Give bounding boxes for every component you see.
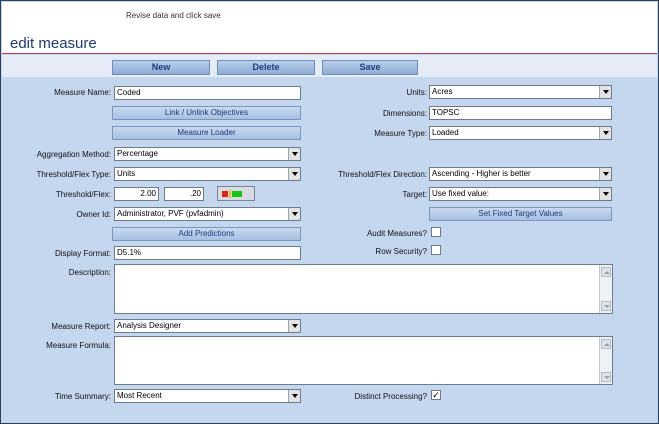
measure-name-input[interactable]: Coded: [114, 86, 301, 100]
measure-report-value: Analysis Designer: [117, 321, 182, 330]
measure-loader-button[interactable]: Measure Loader: [112, 126, 301, 140]
chevron-down-icon[interactable]: [599, 188, 611, 200]
row-security-checkbox[interactable]: [431, 245, 441, 255]
description-label: Description:: [68, 268, 111, 277]
scroll-up-icon[interactable]: [601, 339, 611, 349]
page-header: Revise data and click save edit measure: [2, 2, 657, 54]
formula-scrollbar[interactable]: [599, 337, 612, 384]
units-label: Units:: [406, 88, 427, 97]
threshold-flex-type-value: Units: [117, 169, 136, 178]
page-title: edit measure: [10, 35, 97, 52]
green-indicator-icon: [232, 191, 242, 197]
new-button[interactable]: New: [112, 60, 210, 75]
threshold-input[interactable]: 2.00: [114, 187, 159, 201]
checkmark-icon: ✓: [432, 390, 440, 400]
threshold-flex-type-label: Threshold/Flex Type:: [36, 170, 111, 179]
measure-type-value: Loaded: [432, 128, 459, 137]
dimensions-label: Dimensions:: [382, 109, 427, 118]
distinct-processing-label: Distinct Processing?: [354, 392, 427, 401]
units-select[interactable]: Acres: [429, 85, 612, 99]
scroll-down-icon[interactable]: [601, 372, 611, 382]
measure-formula-textarea[interactable]: [114, 336, 613, 385]
threshold-flex-direction-value: Ascending - Higher is better: [432, 169, 531, 178]
aggregation-method-label: Aggregation Method:: [36, 150, 111, 159]
delete-button[interactable]: Delete: [217, 60, 315, 75]
aggregation-method-value: Percentage: [117, 149, 158, 158]
chevron-down-icon[interactable]: [288, 390, 300, 402]
audit-measures-checkbox[interactable]: [431, 227, 441, 237]
chevron-down-icon[interactable]: [599, 168, 611, 180]
set-fixed-target-values-button[interactable]: Set Fixed Target Values: [429, 207, 612, 221]
chevron-down-icon[interactable]: [599, 86, 611, 98]
distinct-processing-checkbox[interactable]: ✓: [431, 390, 441, 400]
owner-id-value: Administrator, PVF (pvfadmin): [117, 209, 224, 218]
measure-report-label: Measure Report:: [51, 322, 111, 331]
time-summary-value: Most Recent: [117, 391, 162, 400]
owner-id-select[interactable]: Administrator, PVF (pvfadmin): [114, 207, 301, 221]
measure-type-select[interactable]: Loaded: [429, 126, 612, 140]
chevron-down-icon[interactable]: [288, 320, 300, 332]
units-value: Acres: [432, 87, 453, 96]
threshold-flex-direction-select[interactable]: Ascending - Higher is better: [429, 167, 612, 181]
scroll-up-icon[interactable]: [601, 267, 611, 277]
measure-formula-label: Measure Formula:: [46, 341, 111, 350]
description-textarea[interactable]: [114, 264, 613, 314]
add-predictions-button[interactable]: Add Predictions: [112, 227, 301, 241]
target-value: Use fixed value:: [432, 189, 489, 198]
audit-measures-label: Audit Measures?: [366, 229, 427, 238]
owner-id-label: Owner Id:: [76, 210, 111, 219]
chevron-down-icon[interactable]: [288, 168, 300, 180]
measure-name-label: Measure Name:: [54, 88, 111, 97]
red-indicator-icon: [222, 191, 228, 197]
scroll-down-icon[interactable]: [601, 301, 611, 311]
measure-type-label: Measure Type:: [374, 129, 427, 138]
aggregation-method-select[interactable]: Percentage: [114, 147, 301, 161]
display-format-label: Display Format:: [54, 249, 111, 258]
chevron-down-icon[interactable]: [599, 127, 611, 139]
measure-report-select[interactable]: Analysis Designer: [114, 319, 301, 333]
threshold-flex-type-select[interactable]: Units: [114, 167, 301, 181]
threshold-color-button[interactable]: [217, 186, 255, 201]
threshold-flex-label: Threshold/Flex:: [55, 190, 111, 199]
row-security-label: Row Security?: [375, 247, 427, 256]
target-label: Target:: [402, 190, 427, 199]
threshold-flex-direction-label: Threshold/Flex Direction:: [338, 170, 427, 179]
link-objectives-button[interactable]: Link / Unlink Objectives: [112, 106, 301, 120]
display-format-input[interactable]: D5.1%: [114, 246, 301, 260]
target-select[interactable]: Use fixed value:: [429, 187, 612, 201]
time-summary-select[interactable]: Most Recent: [114, 389, 301, 403]
yellow-indicator-icon: [229, 190, 231, 198]
flex-input[interactable]: .20: [164, 187, 204, 201]
chevron-down-icon[interactable]: [288, 208, 300, 220]
chevron-down-icon[interactable]: [288, 148, 300, 160]
save-button[interactable]: Save: [322, 60, 418, 75]
instruction-text: Revise data and click save: [126, 11, 221, 20]
time-summary-label: Time Summary:: [54, 392, 111, 401]
dimensions-input[interactable]: TOPSC: [429, 106, 612, 120]
description-scrollbar[interactable]: [599, 265, 612, 313]
